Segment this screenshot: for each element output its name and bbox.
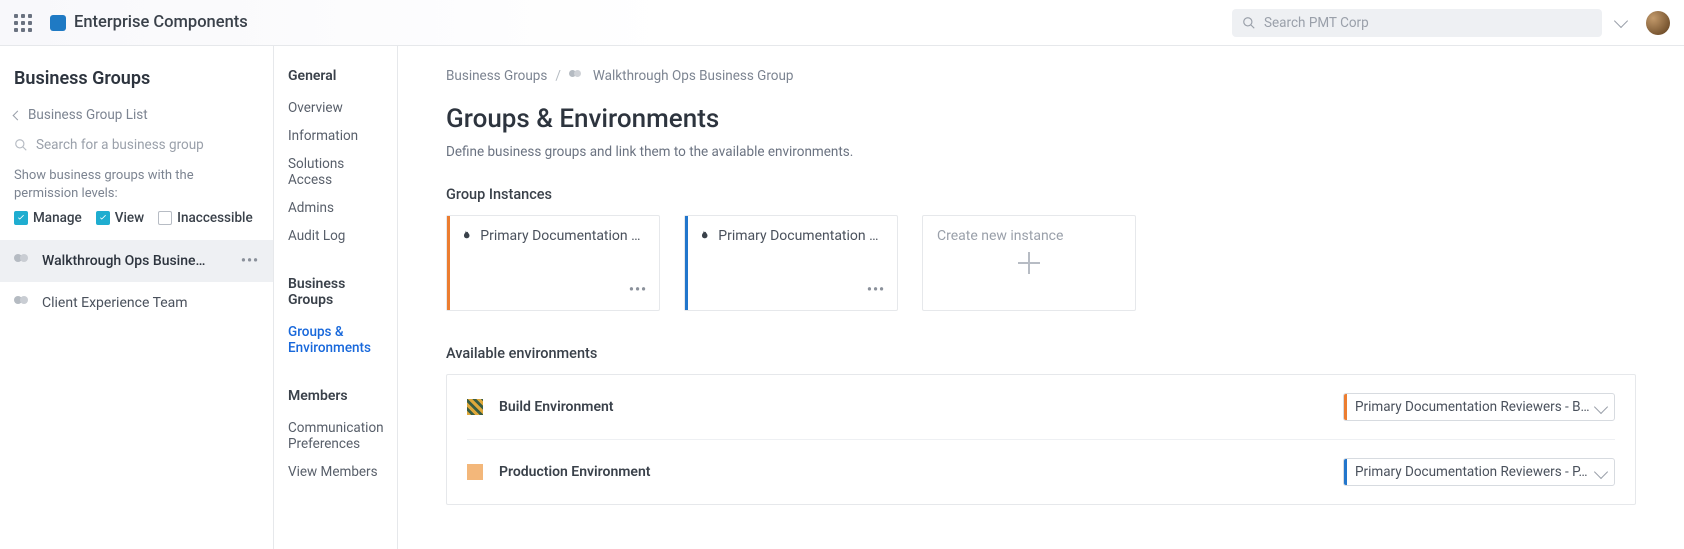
instance-name: Primary Documentation Re… xyxy=(480,228,647,244)
group-name: Client Experience Team xyxy=(42,295,188,311)
product-logo[interactable]: Enterprise Components xyxy=(50,13,248,32)
environments-heading: Available environments xyxy=(446,345,1636,362)
global-search-input[interactable]: Search PMT Corp xyxy=(1232,9,1602,37)
create-instance-label: Create new instance xyxy=(937,228,1063,244)
card-color-stripe xyxy=(685,216,688,310)
page-description: Define business groups and link them to … xyxy=(446,144,1636,160)
nav-view-members[interactable]: View Members xyxy=(288,458,383,486)
group-name: Walkthrough Ops Business … xyxy=(42,253,208,269)
select-color-bar xyxy=(1344,394,1347,420)
search-icon xyxy=(14,138,28,152)
card-color-stripe xyxy=(447,216,450,310)
sidebar-search-input[interactable]: Search for a business group xyxy=(0,137,273,167)
environment-icon xyxy=(467,464,483,480)
filter-inaccessible[interactable]: Inaccessible xyxy=(158,210,253,226)
environment-icon xyxy=(467,399,483,415)
filter-row: Manage View Inaccessible xyxy=(0,210,273,240)
environments-panel: Build Environment Primary Documentation … xyxy=(446,374,1636,505)
plus-icon xyxy=(1018,252,1040,274)
nav-section-title: Members xyxy=(288,388,383,404)
nav-section-title: General xyxy=(288,68,383,84)
main-content: Business Groups / Walkthrough Ops Busine… xyxy=(398,46,1684,549)
instance-cards: Primary Documentation Re… ••• Primary Do… xyxy=(446,215,1636,311)
filter-view[interactable]: View xyxy=(96,210,144,226)
search-icon xyxy=(1242,16,1256,30)
filter-manage[interactable]: Manage xyxy=(14,210,82,226)
environment-instance-select[interactable]: Primary Documentation Reviewers - P… xyxy=(1343,458,1615,486)
product-name: Enterprise Components xyxy=(74,13,248,32)
checkbox-icon xyxy=(96,211,110,225)
breadcrumb-current: Walkthrough Ops Business Group xyxy=(593,68,794,84)
card-more-icon[interactable]: ••• xyxy=(867,282,885,298)
chevron-down-icon xyxy=(1594,465,1608,479)
sidebar-group-item[interactable]: Walkthrough Ops Business … ••• xyxy=(0,240,273,282)
group-icon xyxy=(14,254,32,268)
checkbox-icon xyxy=(14,211,28,225)
logo-mark-icon xyxy=(50,15,66,31)
breadcrumb-root[interactable]: Business Groups xyxy=(446,68,547,84)
nav-solutions-access[interactable]: Solutions Access xyxy=(288,150,383,194)
top-bar: Enterprise Components Search PMT Corp xyxy=(0,0,1684,46)
sidebar-search-placeholder: Search for a business group xyxy=(36,137,204,153)
environment-name: Production Environment xyxy=(499,464,650,480)
left-sidebar: Business Groups Business Group List Sear… xyxy=(0,46,274,549)
nav-audit-log[interactable]: Audit Log xyxy=(288,222,383,250)
chevron-left-icon xyxy=(13,110,23,120)
page-title: Groups & Environments xyxy=(446,104,1636,134)
nav-groups-environments[interactable]: Groups & Environments xyxy=(288,318,383,362)
instance-name: Primary Documentation Re… xyxy=(718,228,885,244)
group-icon xyxy=(14,296,32,310)
nav-overview[interactable]: Overview xyxy=(288,94,383,122)
back-link[interactable]: Business Group List xyxy=(0,107,273,137)
nav-admins[interactable]: Admins xyxy=(288,194,383,222)
environment-row: Production Environment Primary Documenta… xyxy=(467,439,1615,504)
nav-section-title: Business Groups xyxy=(288,276,383,308)
user-avatar[interactable] xyxy=(1646,11,1670,35)
environment-row: Build Environment Primary Documentation … xyxy=(467,375,1615,439)
instance-card[interactable]: Primary Documentation Re… ••• xyxy=(684,215,898,311)
section-nav: General Overview Information Solutions A… xyxy=(274,46,398,549)
back-link-label: Business Group List xyxy=(28,107,148,123)
chevron-down-icon xyxy=(1594,400,1608,414)
select-color-bar xyxy=(1344,459,1347,485)
breadcrumb: Business Groups / Walkthrough Ops Busine… xyxy=(446,68,1636,84)
flame-icon xyxy=(459,229,472,243)
nav-communication-preferences[interactable]: Communication Preferences xyxy=(288,414,383,458)
instance-card[interactable]: Primary Documentation Re… ••• xyxy=(446,215,660,311)
filter-heading: Show business groups with the permission… xyxy=(0,167,273,210)
breadcrumb-separator: / xyxy=(555,68,561,84)
environment-name: Build Environment xyxy=(499,399,614,415)
global-search-placeholder: Search PMT Corp xyxy=(1264,15,1369,31)
create-instance-button[interactable]: Create new instance xyxy=(922,215,1136,311)
flame-icon xyxy=(697,229,710,243)
card-more-icon[interactable]: ••• xyxy=(629,282,647,298)
app-launcher-icon[interactable] xyxy=(14,14,32,32)
instances-heading: Group Instances xyxy=(446,186,1636,203)
select-value: Primary Documentation Reviewers - B… xyxy=(1355,399,1590,415)
sidebar-title: Business Groups xyxy=(0,68,273,107)
more-icon[interactable]: ••• xyxy=(241,253,259,269)
sidebar-group-item[interactable]: Client Experience Team xyxy=(0,282,273,324)
environment-instance-select[interactable]: Primary Documentation Reviewers - B… xyxy=(1343,393,1615,421)
nav-information[interactable]: Information xyxy=(288,122,383,150)
select-value: Primary Documentation Reviewers - P… xyxy=(1355,464,1590,480)
header-dropdown-icon[interactable] xyxy=(1614,14,1628,28)
group-icon xyxy=(569,70,585,82)
checkbox-icon xyxy=(158,211,172,225)
